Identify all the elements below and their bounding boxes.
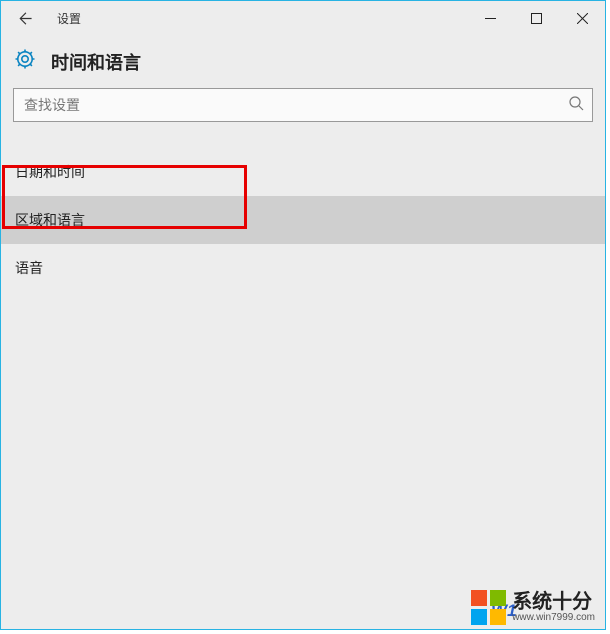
nav-item-speech[interactable]: 语音 bbox=[1, 244, 605, 292]
arrow-left-icon bbox=[16, 10, 33, 27]
search-box[interactable] bbox=[13, 88, 593, 122]
watermark-main: 系统⼗分 bbox=[512, 592, 592, 613]
minimize-icon bbox=[485, 13, 496, 24]
search-icon bbox=[568, 95, 584, 116]
search-input[interactable] bbox=[24, 97, 568, 113]
window-title: 设置 bbox=[57, 10, 81, 27]
search-container bbox=[1, 88, 605, 140]
settings-window: 设置 bbox=[0, 0, 606, 630]
header-section: 时间和语言 bbox=[1, 35, 605, 88]
close-icon bbox=[577, 13, 588, 24]
nav-item-date-time[interactable]: 日期和时间 bbox=[1, 148, 605, 196]
watermark-brand: 系统⼗分 www.win7999.com bbox=[471, 590, 595, 625]
minimize-button[interactable] bbox=[467, 1, 513, 35]
title-left: 设置 bbox=[1, 1, 81, 35]
maximize-icon bbox=[531, 13, 542, 24]
nav-item-label: 日期和时间 bbox=[15, 162, 85, 182]
nav-item-region-language[interactable]: 区域和语言 bbox=[1, 196, 605, 244]
window-controls bbox=[467, 1, 605, 35]
watermark-url: www.win7999.com bbox=[512, 613, 595, 624]
maximize-button[interactable] bbox=[513, 1, 559, 35]
back-button[interactable] bbox=[1, 1, 47, 35]
gear-icon bbox=[13, 47, 37, 76]
page-title: 时间和语言 bbox=[51, 49, 141, 75]
nav-item-label: 语音 bbox=[15, 258, 43, 278]
logo-icon bbox=[471, 590, 506, 625]
close-button[interactable] bbox=[559, 1, 605, 35]
title-bar: 设置 bbox=[1, 1, 605, 35]
nav-item-label: 区域和语言 bbox=[15, 210, 85, 230]
watermark-text: 系统⼗分 www.win7999.com bbox=[512, 592, 595, 624]
nav-list: 日期和时间 区域和语言 语音 bbox=[1, 148, 605, 292]
